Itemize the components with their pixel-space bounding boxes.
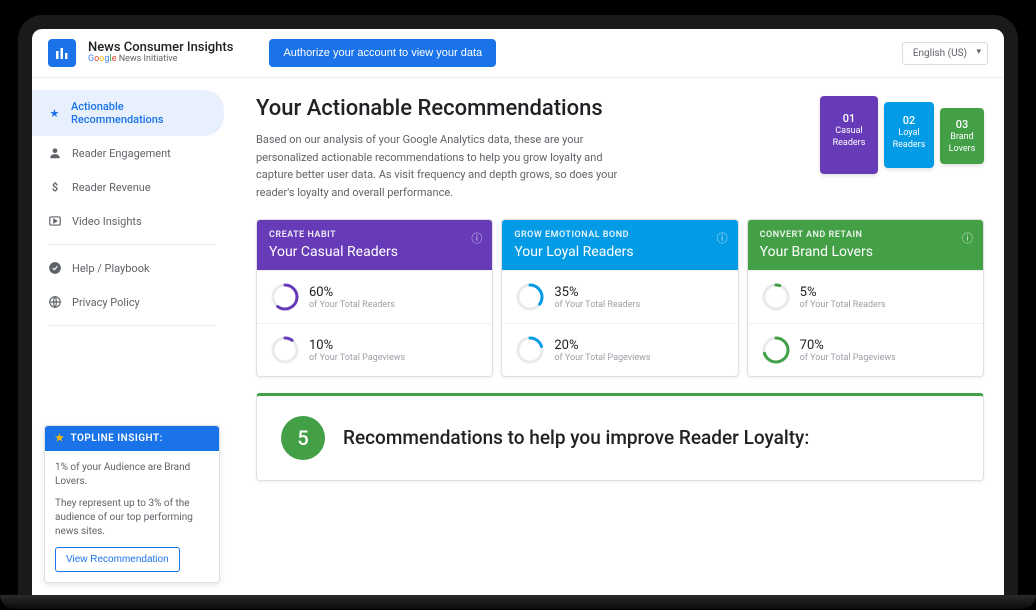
pill-casual-readers: 01 Casual Readers [820, 96, 878, 174]
nav-divider [48, 325, 216, 326]
topline-insight-body: 1% of your Audience are Brand Lovers. Th… [45, 451, 219, 582]
info-icon[interactable]: ⓘ [471, 230, 482, 246]
donut-chart-icon [516, 336, 544, 364]
dollar-icon: $ [48, 180, 62, 194]
pill-label: Loyal Readers [893, 128, 926, 150]
sidebar-item-label: Reader Revenue [72, 181, 151, 194]
info-icon[interactable]: ⓘ [717, 230, 728, 246]
main-content: Your Actionable Recommendations Based on… [232, 78, 1004, 595]
sidebar-item-label: Reader Engagement [72, 147, 171, 160]
segment-card-purple: CREATE HABITYour Casual Readersⓘ60%of Yo… [256, 219, 493, 377]
topline-insight-line1: 1% of your Audience are Brand Lovers. [55, 461, 209, 489]
donut-chart-icon [762, 336, 790, 364]
hero-section: Your Actionable Recommendations Based on… [256, 96, 984, 201]
recommendations-count-badge: 5 [281, 416, 325, 460]
info-icon[interactable]: ⓘ [962, 230, 973, 246]
authorize-button[interactable]: Authorize your account to view your data [269, 39, 496, 67]
segment-title: Your Brand Lovers [760, 244, 971, 260]
pill-label: Brand Lovers [949, 132, 976, 154]
sidebar-item-label: Video Insights [72, 215, 142, 228]
segment-cards-row: CREATE HABITYour Casual Readersⓘ60%of Yo… [256, 219, 984, 377]
sidebar-item-label: Privacy Policy [72, 296, 140, 309]
stat-value: 20% [554, 338, 650, 353]
donut-chart-icon [271, 283, 299, 311]
sidebar-item-label: Help / Playbook [72, 262, 150, 275]
segment-card-green: CONVERT AND RETAINYour Brand Loversⓘ5%of… [747, 219, 984, 377]
star-icon: ★ [55, 433, 64, 444]
app-logo-icon [48, 39, 76, 67]
segment-title: Your Loyal Readers [514, 244, 725, 260]
pill-number: 03 [946, 118, 978, 132]
globe-icon [48, 295, 62, 309]
stat-label: of Your Total Pageviews [800, 353, 896, 363]
person-icon [48, 146, 62, 160]
star-icon: ★ [48, 106, 61, 120]
stat-label: of Your Total Readers [309, 300, 395, 310]
segment-card-header: CREATE HABIT Your Casual Readersⓘ [257, 220, 492, 270]
segment-title: Your Casual Readers [269, 244, 480, 260]
view-recommendation-button[interactable]: View Recommendation [55, 547, 180, 572]
segment-card-header: CONVERT AND RETAIN Your Brand Loversⓘ [748, 220, 983, 270]
segment-card-blue: GROW EMOTIONAL BOND Your Loyal Readersⓘ 35… [501, 219, 738, 377]
stat-row: 60%of Your Total Readers [257, 270, 492, 323]
stat-label: of Your Total Readers [800, 300, 886, 310]
pill-loyal-readers: 02 Loyal Readers [884, 102, 934, 168]
sidebar-item-recommendations[interactable]: ★ Actionable Recommendations [32, 90, 224, 136]
sidebar-item-video[interactable]: Video Insights [32, 204, 232, 238]
stat-row: 20%of Your Total Pageviews [502, 323, 737, 376]
brand-block: News Consumer Insights Google News Initi… [88, 41, 233, 65]
sidebar-item-privacy[interactable]: Privacy Policy [32, 285, 232, 319]
language-select[interactable]: English (US) [902, 42, 988, 65]
sidebar-item-engagement[interactable]: Reader Engagement [32, 136, 232, 170]
sidebar-item-label: Actionable Recommendations [71, 100, 208, 126]
donut-chart-icon [516, 283, 544, 311]
stat-value: 70% [800, 338, 896, 353]
donut-chart-icon [762, 283, 790, 311]
recommendations-section: 5 Recommendations to help you improve Re… [256, 393, 984, 481]
topline-insight-heading: TOPLINE INSIGHT: [70, 433, 162, 444]
segment-card-header: GROW EMOTIONAL BOND Your Loyal Readersⓘ [502, 220, 737, 270]
stat-row: 10%of Your Total Pageviews [257, 323, 492, 376]
sidebar: ★ Actionable Recommendations Reader Enga… [32, 78, 232, 595]
topline-insight-header: ★ TOPLINE INSIGHT: [45, 426, 219, 451]
nav-divider [48, 244, 216, 245]
brand-title: News Consumer Insights [88, 41, 233, 55]
topline-insight-card: ★ TOPLINE INSIGHT: 1% of your Audience a… [44, 425, 220, 583]
stat-label: of Your Total Pageviews [309, 353, 405, 363]
stat-value: 35% [554, 285, 640, 300]
stat-label: of Your Total Readers [554, 300, 640, 310]
stat-label: of Your Total Pageviews [554, 353, 650, 363]
sidebar-item-help[interactable]: Help / Playbook [32, 251, 232, 285]
sidebar-item-revenue[interactable]: $ Reader Revenue [32, 170, 232, 204]
segment-tag: CONVERT AND RETAIN [760, 230, 971, 240]
stat-value: 60% [309, 285, 395, 300]
laptop-frame: News Consumer Insights Google News Initi… [18, 15, 1018, 595]
page-description: Based on our analysis of your Google Ana… [256, 131, 636, 201]
segment-pills: 01 Casual Readers 02 Loyal Readers 03 Br… [820, 96, 984, 201]
page-title: Your Actionable Recommendations [256, 96, 790, 121]
segment-tag: CREATE HABIT [269, 230, 480, 240]
stat-row: 35%of Your Total Readers [502, 270, 737, 323]
brand-subtitle: Google News Initiative [88, 55, 233, 65]
pill-number: 01 [826, 112, 872, 126]
topline-insight-line2: They represent up to 3% of the audience … [55, 497, 209, 539]
pill-number: 02 [890, 114, 928, 128]
donut-chart-icon [271, 336, 299, 364]
check-circle-icon [48, 261, 62, 275]
pill-label: Casual Readers [833, 126, 866, 148]
recommendations-title: Recommendations to help you improve Read… [343, 426, 809, 451]
segment-tag: GROW EMOTIONAL BOND [514, 230, 725, 240]
stat-row: 70%of Your Total Pageviews [748, 323, 983, 376]
app-screen: News Consumer Insights Google News Initi… [32, 29, 1004, 595]
stat-row: 5%of Your Total Readers [748, 270, 983, 323]
video-icon [48, 214, 62, 228]
top-bar: News Consumer Insights Google News Initi… [32, 29, 1004, 78]
stat-value: 10% [309, 338, 405, 353]
pill-brand-lovers: 03 Brand Lovers [940, 108, 984, 164]
stat-value: 5% [800, 285, 886, 300]
